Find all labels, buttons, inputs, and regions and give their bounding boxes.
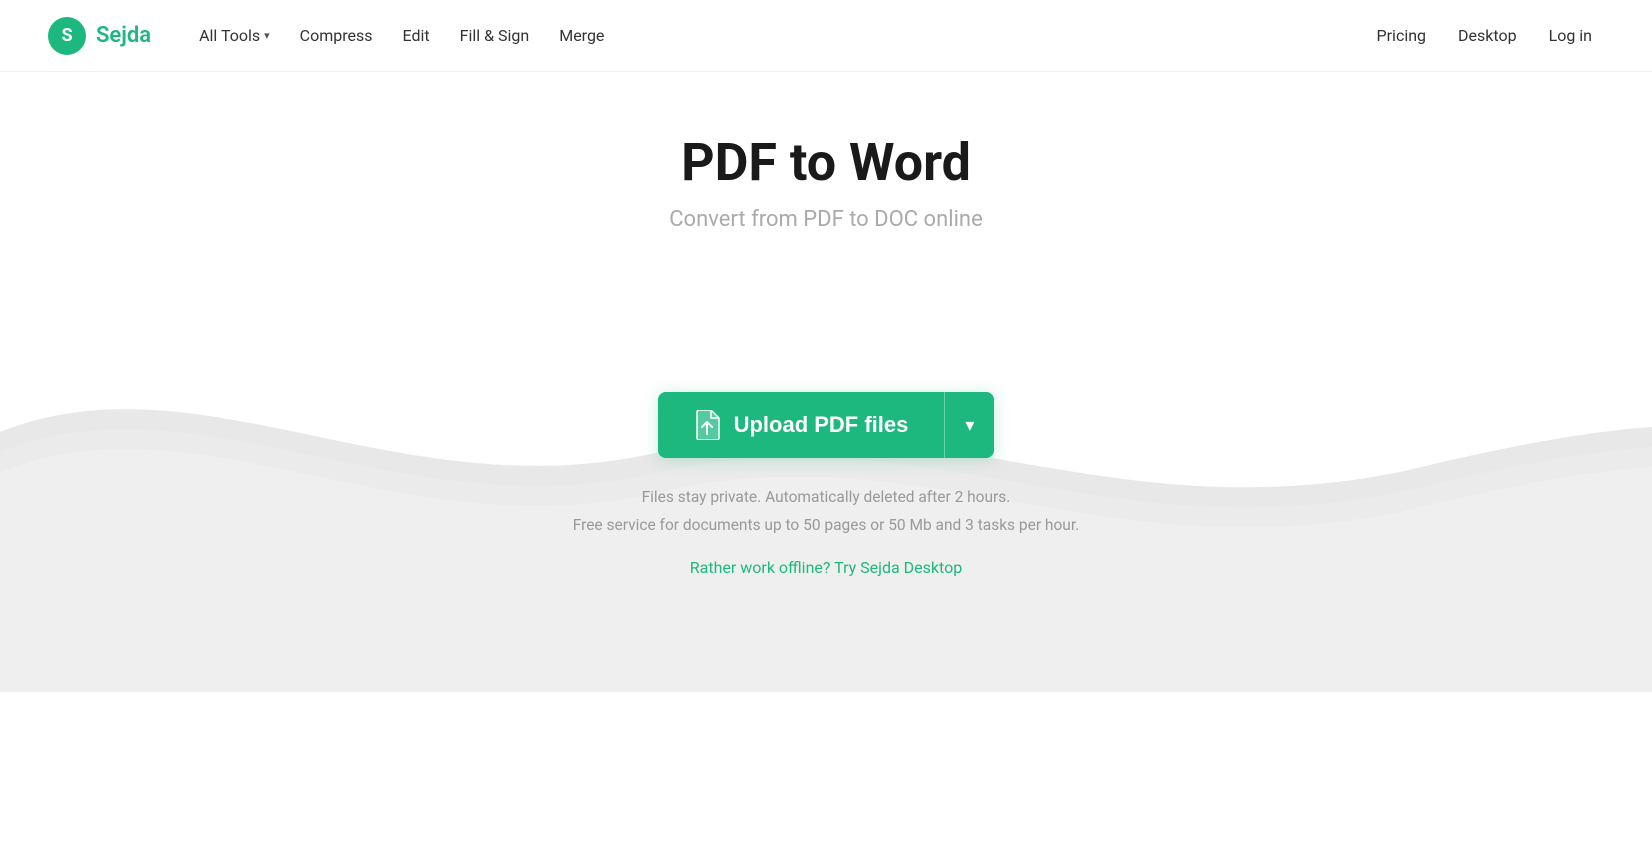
nav-compress[interactable]: Compress [288, 20, 385, 51]
info-line-2: Free service for documents up to 50 page… [573, 512, 1080, 540]
offline-link[interactable]: Rather work offline? Try Sejda Desktop [690, 558, 962, 577]
nav-edit[interactable]: Edit [391, 20, 442, 51]
nav-login[interactable]: Log in [1537, 20, 1604, 51]
upload-main-button[interactable]: Upload PDF files [658, 392, 945, 458]
logo-link[interactable]: S Sejda [48, 17, 151, 55]
upload-button-label: Upload PDF files [734, 412, 909, 438]
upload-button-group[interactable]: Upload PDF files ▾ [658, 392, 995, 458]
hero-section: PDF to Word Convert from PDF to DOC onli… [0, 72, 1652, 692]
info-text-block: Files stay private. Automatically delete… [573, 484, 1080, 540]
logo-icon: S [48, 17, 86, 55]
info-line-1: Files stay private. Automatically delete… [573, 484, 1080, 512]
nav-pricing[interactable]: Pricing [1365, 20, 1439, 51]
hero-subtitle: Convert from PDF to DOC online [669, 207, 983, 232]
nav-links: All Tools ▾ Compress Edit Fill & Sign Me… [187, 20, 616, 51]
upload-dropdown-button[interactable]: ▾ [945, 392, 994, 458]
navbar: S Sejda All Tools ▾ Compress Edit Fill &… [0, 0, 1652, 72]
nav-fill-sign[interactable]: Fill & Sign [448, 20, 542, 51]
nav-desktop[interactable]: Desktop [1446, 20, 1529, 51]
page-title: PDF to Word [681, 132, 971, 193]
nav-left: S Sejda All Tools ▾ Compress Edit Fill &… [48, 17, 616, 55]
nav-all-tools[interactable]: All Tools ▾ [187, 20, 282, 51]
dropdown-chevron-icon: ▾ [965, 415, 974, 436]
logo-name: Sejda [96, 23, 151, 48]
nav-right: Pricing Desktop Log in [1365, 20, 1604, 51]
pdf-upload-icon [694, 410, 720, 440]
wave-background: Upload PDF files ▾ Files stay private. A… [0, 272, 1652, 692]
wave-section: Upload PDF files ▾ Files stay private. A… [0, 272, 1652, 692]
wave-content: Upload PDF files ▾ Files stay private. A… [0, 272, 1652, 657]
chevron-down-icon: ▾ [264, 29, 270, 42]
nav-merge[interactable]: Merge [547, 20, 616, 51]
